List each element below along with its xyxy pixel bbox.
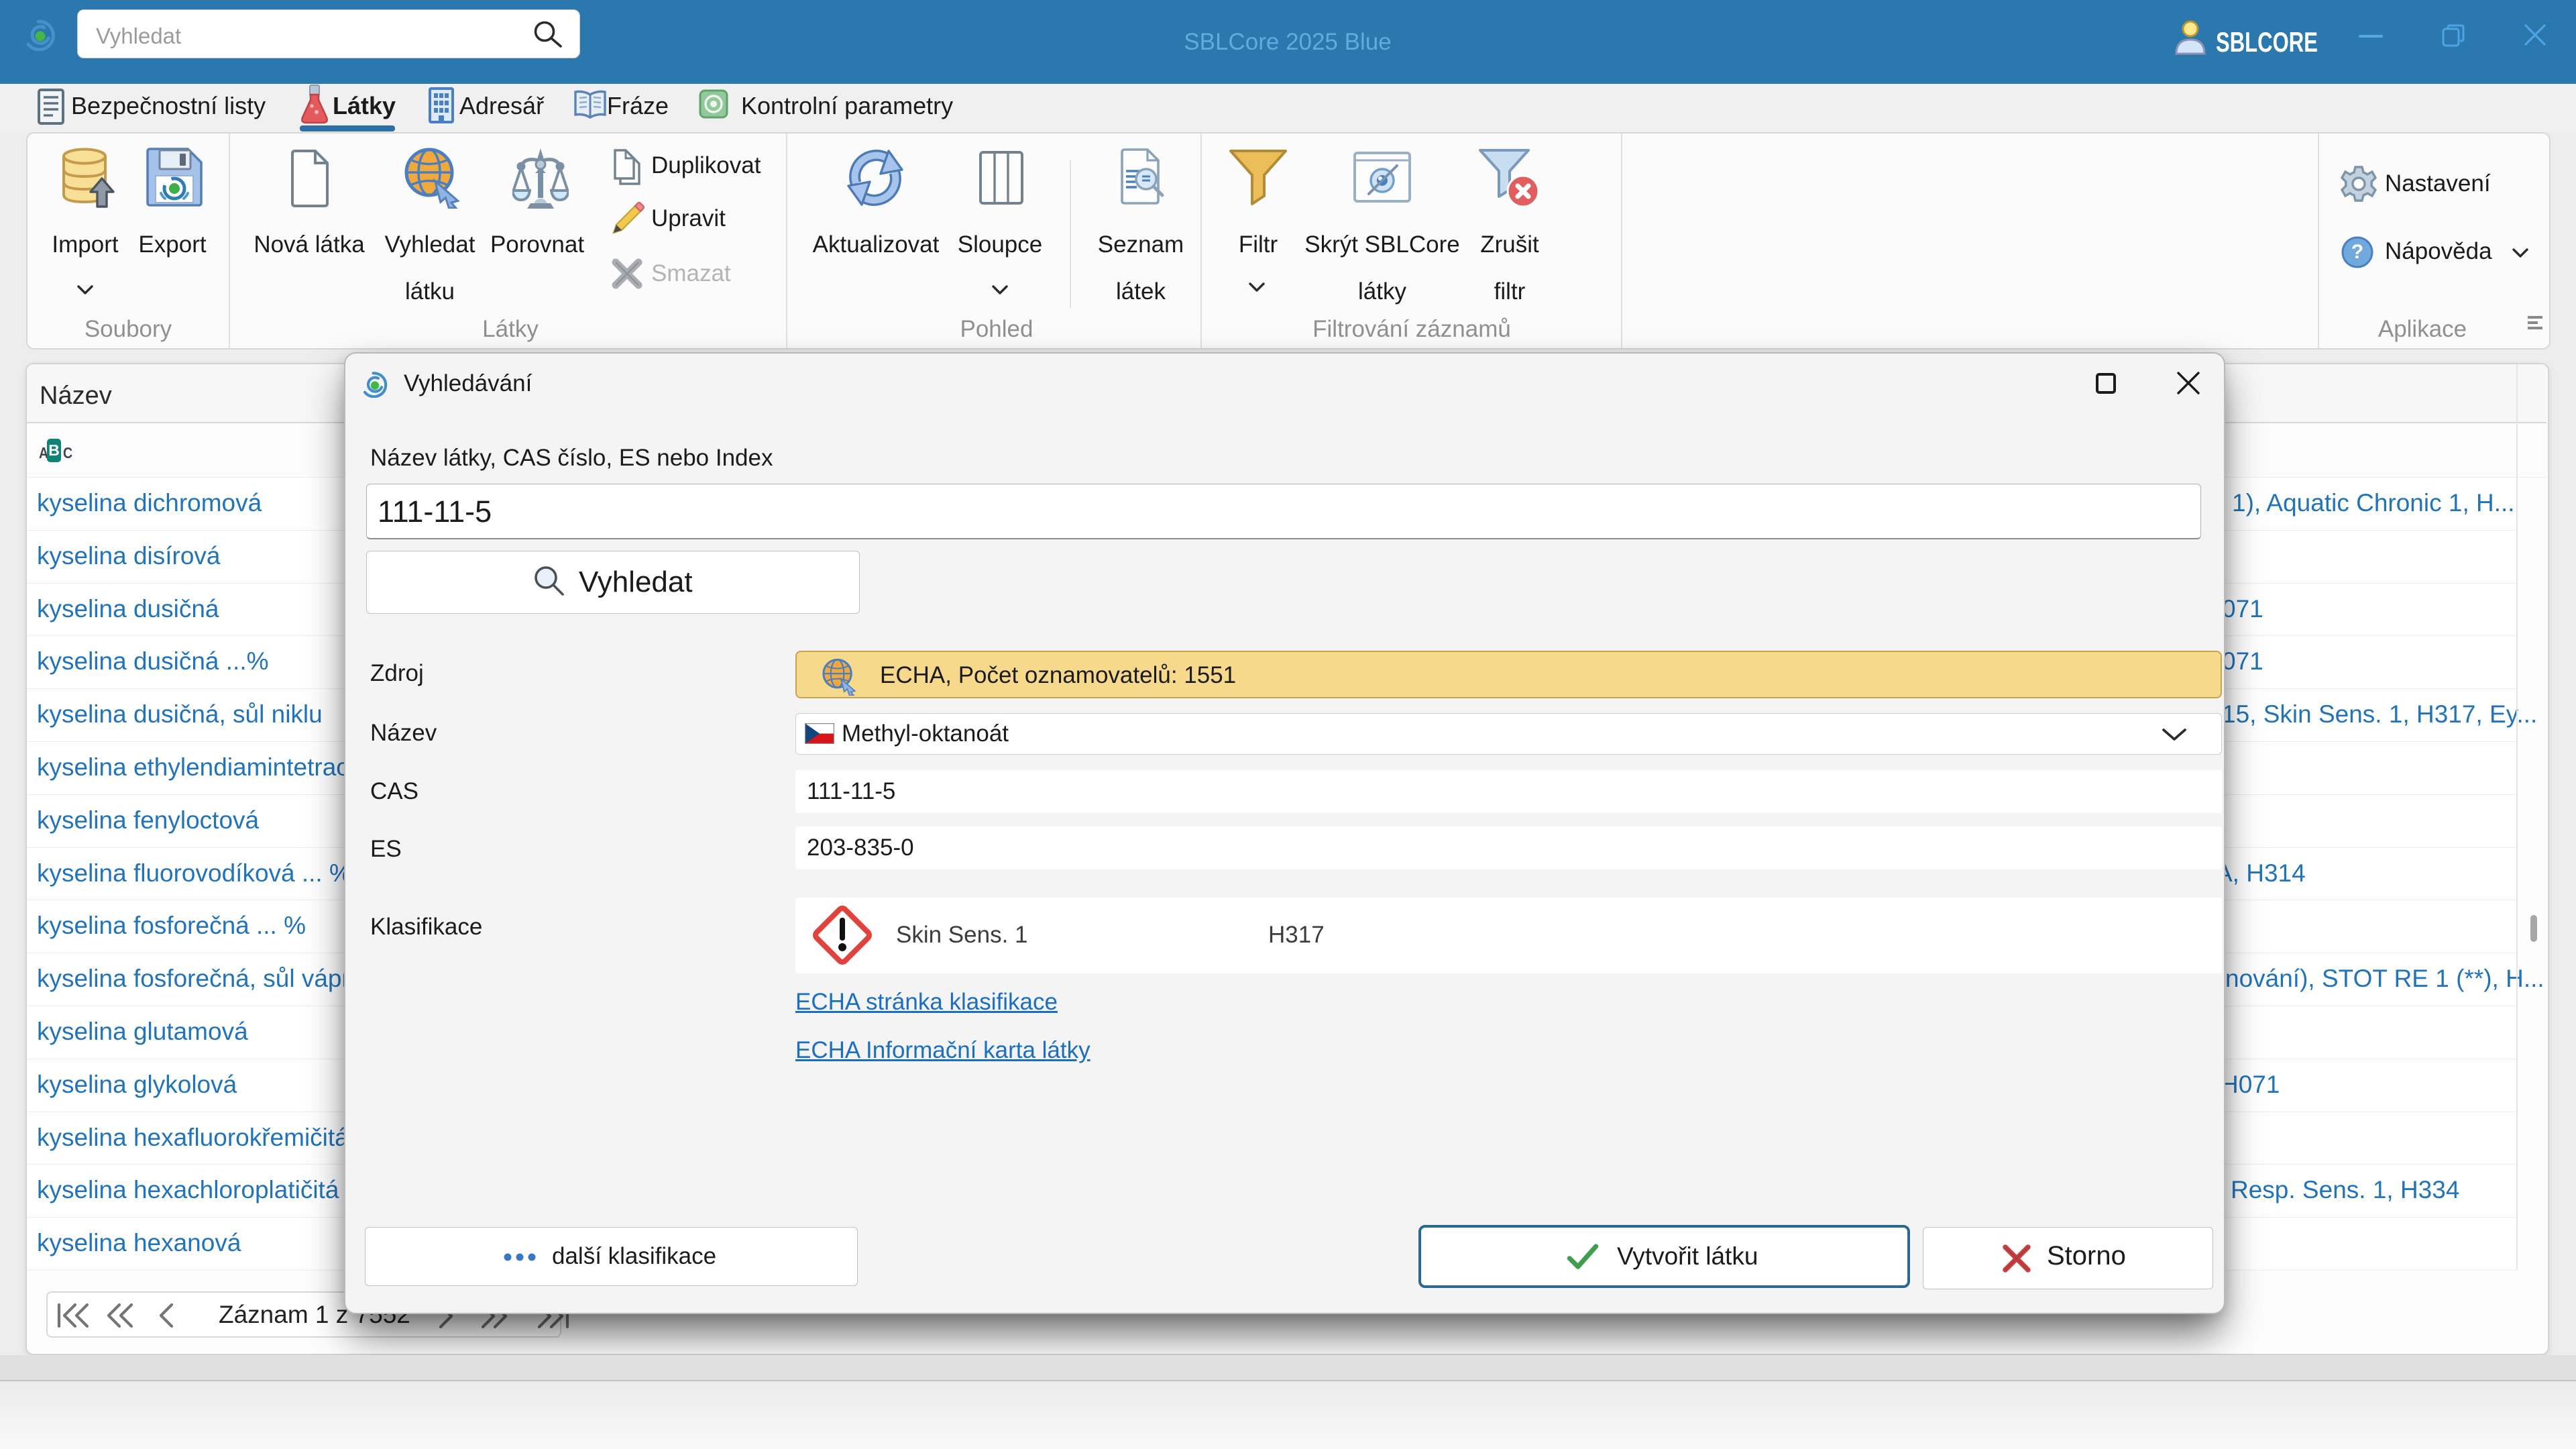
svg-text:?: ? (2351, 241, 2363, 263)
